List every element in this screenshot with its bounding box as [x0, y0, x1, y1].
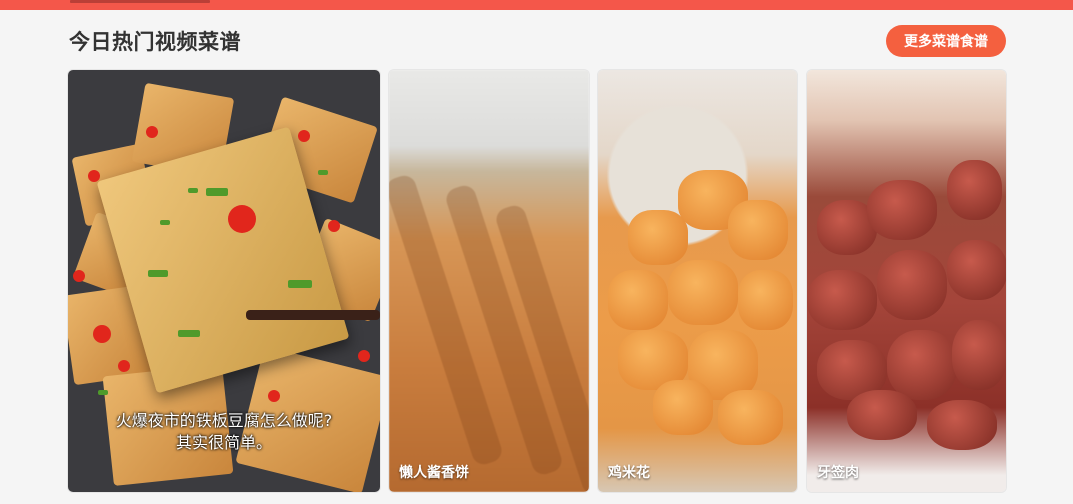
- top-bar-ghost-text: [70, 0, 210, 3]
- nugget: [653, 380, 713, 435]
- scallion-piece: [160, 220, 170, 225]
- video-card-tofu[interactable]: 火爆夜市的铁板豆腐怎么做呢? 其实很简单。: [68, 70, 380, 492]
- video-card-popcorn-chicken[interactable]: 鸡米花: [598, 70, 797, 492]
- chopstick: [246, 310, 380, 320]
- more-recipes-button[interactable]: 更多菜谱食谱: [886, 25, 1006, 57]
- meat-piece: [867, 180, 937, 240]
- chili-slice: [118, 360, 130, 372]
- chili-slice: [93, 325, 111, 343]
- scallion-piece: [178, 330, 200, 337]
- video-thumbnail: [389, 70, 589, 492]
- section-title: 今日热门视频菜谱: [69, 30, 241, 54]
- meat-piece: [847, 390, 917, 440]
- scallion-piece: [288, 280, 312, 288]
- video-thumbnail: [807, 70, 1006, 492]
- scallion-piece: [98, 390, 108, 395]
- video-card-sauce-pancake[interactable]: 懒人酱香饼: [389, 70, 589, 492]
- card-caption: 鸡米花: [608, 465, 650, 481]
- video-thumbnail: [598, 70, 797, 492]
- nugget: [738, 270, 793, 330]
- video-card-toothpick-meat[interactable]: 牙签肉: [807, 70, 1006, 492]
- scallion-piece: [148, 270, 168, 277]
- nugget: [628, 210, 688, 265]
- meat-piece: [952, 320, 1006, 390]
- chili-slice: [328, 220, 340, 232]
- nugget: [728, 200, 788, 260]
- meat-piece: [807, 270, 877, 330]
- chili-slice: [298, 130, 310, 142]
- card-caption: 懒人酱香饼: [399, 465, 469, 481]
- top-accent-bar: [0, 0, 1073, 10]
- scallion-piece: [318, 170, 328, 175]
- scallion-piece: [188, 188, 198, 193]
- scallion-piece: [206, 188, 228, 196]
- nugget: [718, 390, 783, 445]
- chili-slice: [268, 390, 280, 402]
- nugget: [668, 260, 738, 325]
- chili-slice: [228, 205, 256, 233]
- chili-slice: [358, 350, 370, 362]
- subtitle-line: 其实很简单。: [175, 433, 272, 452]
- meat-piece: [947, 240, 1006, 300]
- card-caption: 牙签肉: [817, 465, 859, 481]
- video-subtitle: 火爆夜市的铁板豆腐怎么做呢? 其实很简单。: [68, 410, 380, 454]
- nugget: [608, 270, 668, 330]
- meat-piece: [927, 400, 997, 450]
- meat-piece: [887, 330, 957, 400]
- subtitle-line: 火爆夜市的铁板豆腐怎么做呢?: [115, 411, 333, 430]
- meat-piece: [947, 160, 1002, 220]
- meat-piece: [877, 250, 947, 320]
- chili-slice: [73, 270, 85, 282]
- chili-slice: [146, 126, 158, 138]
- chili-slice: [88, 170, 100, 182]
